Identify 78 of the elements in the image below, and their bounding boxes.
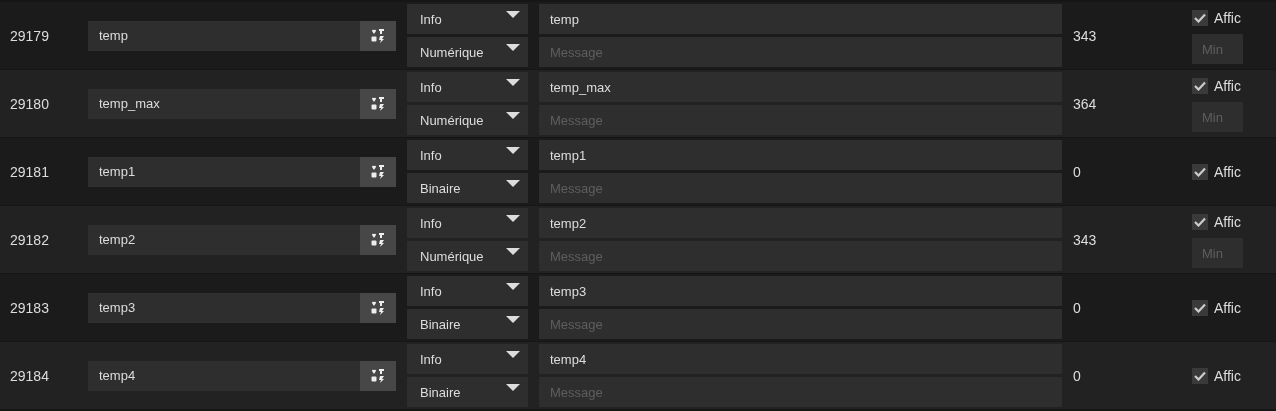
subtype-dropdown[interactable]: Binaire	[407, 377, 528, 407]
caret-icon	[506, 351, 520, 359]
type-dropdown[interactable]: Info	[407, 344, 528, 374]
name-input[interactable]: temp4	[539, 344, 1062, 374]
current-value: 0	[1072, 299, 1082, 316]
caret-icon	[506, 11, 520, 19]
current-value: 364	[1072, 95, 1098, 112]
command-id: 29184	[9, 367, 50, 384]
name-field[interactable]: temp4	[88, 360, 360, 391]
caret-icon	[506, 384, 520, 392]
type-dropdown[interactable]: Info	[407, 208, 528, 238]
subtype-dropdown[interactable]: Binaire	[407, 173, 528, 203]
current-value: 0	[1072, 163, 1082, 180]
checkbox[interactable]	[1192, 10, 1208, 26]
command-id: 29182	[9, 231, 50, 248]
icon-picker-button[interactable]	[360, 88, 396, 119]
checkbox-label: Affic	[1214, 10, 1241, 26]
type-dropdown[interactable]: Info	[407, 72, 528, 102]
name-input[interactable]: temp	[539, 4, 1062, 34]
name-field[interactable]: temp	[88, 20, 360, 51]
caret-icon	[506, 248, 520, 256]
checkbox[interactable]	[1192, 163, 1208, 180]
checkbox-label: Affic	[1214, 299, 1241, 316]
name-input[interactable]: temp1	[539, 140, 1062, 170]
check-icon	[1194, 302, 1206, 313]
check-icon	[1194, 217, 1206, 227]
checkbox[interactable]	[1192, 78, 1208, 94]
command-id: 29180	[9, 95, 50, 112]
name-field[interactable]: temp1	[88, 156, 360, 187]
shapes-icon	[371, 232, 385, 247]
subtype-dropdown[interactable]: Numérique	[407, 241, 528, 271]
caret-icon	[506, 147, 520, 155]
icon-picker-button[interactable]	[360, 292, 396, 323]
subtype-dropdown[interactable]: Binaire	[407, 309, 528, 339]
current-value: 343	[1072, 27, 1098, 44]
icon-picker-button[interactable]	[360, 156, 396, 187]
shapes-icon	[371, 96, 385, 111]
icon-picker-button[interactable]	[360, 360, 396, 391]
checkbox-label: Affic	[1214, 163, 1241, 180]
subtype-dropdown[interactable]: Numérique	[407, 105, 528, 135]
name-field[interactable]: temp3	[88, 292, 360, 323]
shapes-icon	[371, 300, 385, 315]
caret-icon	[506, 79, 520, 87]
name-input[interactable]: temp_max	[539, 72, 1062, 102]
caret-icon	[506, 215, 520, 223]
shapes-icon	[371, 368, 385, 383]
caret-icon	[506, 316, 520, 324]
shapes-icon	[371, 28, 385, 43]
command-id: 29183	[9, 299, 50, 316]
type-dropdown[interactable]: Info	[407, 276, 528, 306]
checkbox[interactable]	[1192, 367, 1208, 384]
type-dropdown[interactable]: Info	[407, 4, 528, 34]
check-icon	[1194, 81, 1206, 91]
command-id: 29181	[9, 163, 50, 180]
caret-icon	[506, 44, 520, 52]
checkbox[interactable]	[1192, 214, 1208, 230]
name-input[interactable]: temp3	[539, 276, 1062, 306]
check-icon	[1194, 166, 1206, 177]
checkbox-label: Affic	[1214, 78, 1241, 94]
caret-icon	[506, 112, 520, 120]
caret-icon	[506, 180, 520, 188]
current-value: 343	[1072, 231, 1098, 248]
checkbox[interactable]	[1192, 299, 1208, 316]
name-input[interactable]: temp2	[539, 208, 1062, 238]
command-id: 29179	[9, 27, 50, 44]
checkbox-label: Affic	[1214, 214, 1241, 230]
shapes-icon	[371, 164, 385, 179]
current-value: 0	[1072, 367, 1082, 384]
icon-picker-button[interactable]	[360, 20, 396, 51]
check-icon	[1194, 13, 1206, 23]
name-field[interactable]: temp_max	[88, 88, 360, 119]
subtype-dropdown[interactable]: Numérique	[407, 37, 528, 67]
caret-icon	[506, 283, 520, 291]
check-icon	[1194, 370, 1206, 381]
type-dropdown[interactable]: Info	[407, 140, 528, 170]
name-field[interactable]: temp2	[88, 224, 360, 255]
icon-picker-button[interactable]	[360, 224, 396, 255]
checkbox-label: Affic	[1214, 367, 1241, 384]
